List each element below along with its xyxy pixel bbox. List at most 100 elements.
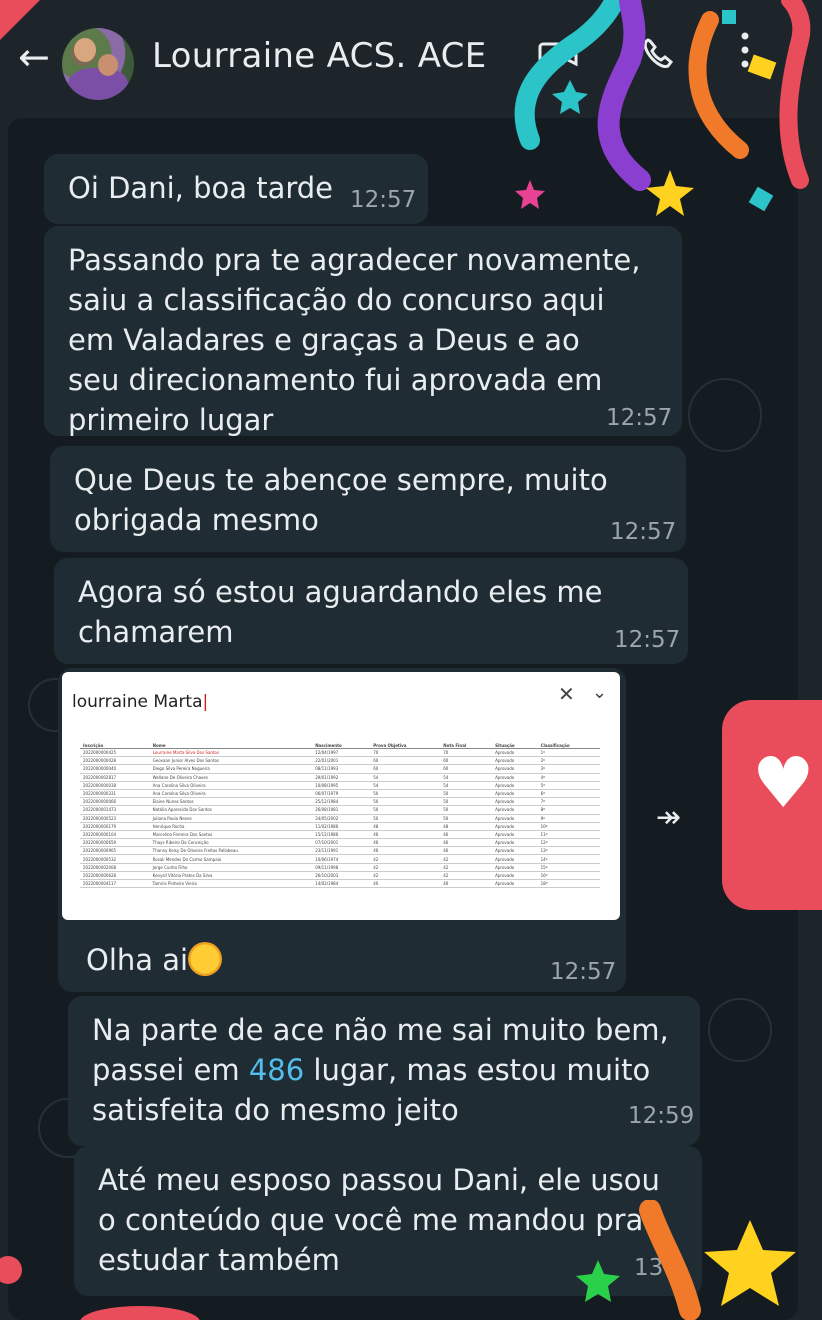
message-bubble[interactable]: Na parte de ace não me sai muito bem, pa…: [68, 996, 700, 1146]
table-cell: 09/11/1998: [312, 863, 371, 872]
message-bubble[interactable]: Oi Dani, boa tarde 12:57: [44, 154, 428, 224]
table-cell: 48: [370, 822, 441, 831]
search-field: lourraine Marta|: [72, 692, 209, 712]
table-header-cell: Situação: [492, 730, 538, 749]
table-cell: Tamiris Pinheiro Vieira: [149, 879, 313, 889]
table-cell: Elaine Nunes Santos: [149, 797, 313, 807]
confetti-decoration: [0, 1256, 200, 1320]
message-time: 12:57: [350, 187, 417, 213]
table-cell: 42: [440, 871, 493, 881]
message-bubble[interactable]: Que Deus te abençoe sempre, muito obriga…: [50, 446, 686, 552]
table-cell: 9º: [537, 814, 600, 823]
close-icon: ✕: [558, 682, 575, 706]
table-cell: 42: [370, 871, 441, 881]
table-row: 2022000000523 Juliana Paula Neves 24/05/20…: [80, 814, 600, 823]
table-row: 2022000000179 Henrique Rocha 11/02/1986 48 4…: [80, 822, 600, 831]
table-cell: Diego Silva Pereira Nogueira: [149, 764, 313, 774]
table-header-cell: Nome: [149, 730, 313, 749]
table-row: 2022000000905 Thanny Keisy De Oliveira Fr…: [80, 846, 600, 856]
avatar[interactable]: [62, 28, 134, 100]
table-cell: 29/01/1992: [312, 773, 371, 782]
table-row: 2022000000040 Diego Silva Pereira Nogueir…: [80, 764, 600, 774]
table-cell: Natália Aparecida Dos Santos: [149, 805, 313, 815]
table-cell: 46: [370, 830, 441, 840]
table-cell: 15/12/1986: [312, 830, 371, 840]
screenshot-image[interactable]: lourraine Marta| ✕ ⌄ Inscrição Nome Nascim…: [62, 672, 620, 920]
table-cell: Aprovado: [492, 838, 538, 848]
table-cell: 46: [370, 838, 441, 848]
table-cell: Aprovado: [492, 879, 538, 889]
table-cell: Aprovado: [492, 814, 538, 823]
table-cell: Geovaan Junior Alves Dos Santos: [149, 756, 313, 766]
table-cell: 10/06/1974: [312, 854, 371, 864]
table-cell: 48: [440, 822, 493, 831]
table-cell: 11º: [537, 830, 600, 840]
table-cell: 06/07/1979: [312, 789, 371, 799]
table-row: 2022000001473 Natália Aparecida Dos Santo…: [80, 805, 600, 815]
table-cell: Kenysll Vitória Prates Da Silva: [149, 871, 313, 881]
table-cell: 50: [370, 814, 441, 823]
table-cell: 46: [440, 846, 493, 856]
table-cell: Aprovado: [492, 756, 538, 766]
table-cell: 42: [370, 854, 441, 864]
table-cell: 12/04/1997: [312, 748, 371, 758]
message-bubble[interactable]: Passando pra te agradecer novamente, sai…: [44, 226, 682, 437]
table-cell: 50: [370, 797, 441, 807]
table-cell: Thays Ribeiro Da Conceição: [149, 838, 313, 848]
table-cell: 54: [440, 773, 493, 782]
table-cell: 42: [440, 863, 493, 872]
table-cell: 2º: [537, 756, 600, 766]
table-cell: 2022000000523: [80, 814, 150, 823]
wallpaper-doodle: [708, 998, 772, 1062]
message-bubble[interactable]: Agora só estou aguardando eles me chamar…: [54, 558, 688, 664]
table-cell: 50: [440, 805, 493, 815]
table-cell: 24/05/2002: [312, 814, 371, 823]
table-cell: 3º: [537, 764, 600, 774]
confetti-decoration: [0, 0, 40, 40]
table-row: 2022000004117 Tamiris Pinheiro Vieira 14/0…: [80, 879, 600, 889]
results-table: Inscrição Nome Nascimento Prova Objetiva Not…: [80, 730, 600, 889]
table-cell: 26/08/1981: [312, 805, 371, 815]
table-cell: 14/02/1984: [312, 879, 371, 889]
table-cell: 8º: [537, 805, 600, 815]
table-header-cell: Classificação: [537, 730, 600, 749]
table-cell: 2022000002817: [80, 773, 150, 782]
message-text: Oi Dani, boa tarde: [68, 171, 334, 205]
back-button[interactable]: ←: [18, 36, 60, 78]
table-cell: 40: [440, 879, 493, 889]
message-text: Na parte de ace não me sai muito bem, pa…: [92, 1013, 669, 1127]
table-cell: 50: [370, 805, 441, 815]
table-row: 2022000000066 Elaine Nunes Santos 25/12/19…: [80, 797, 600, 807]
table-cell: 13º: [537, 846, 600, 856]
table-row: 2022000000532 Rosali Mendes Do Carmo Samp…: [80, 854, 600, 864]
table-cell: 50: [440, 797, 493, 807]
table-cell: 2022000000040: [80, 764, 150, 774]
table-cell: 50: [440, 814, 493, 823]
message-text: Que Deus te abençoe sempre, muito obriga…: [74, 463, 608, 537]
table-cell: 4º: [537, 773, 600, 782]
table-cell: 7º: [537, 797, 600, 807]
table-cell: 2022000000331: [80, 789, 150, 799]
table-cell: Aprovado: [492, 830, 538, 840]
table-cell: 60: [370, 764, 441, 774]
table-row: 2022000002008 Jorge Cunha Filho 09/11/1998…: [80, 863, 600, 872]
table-cell: 46: [440, 838, 493, 848]
chevron-down-icon: ⌄: [592, 682, 608, 703]
table-cell: 2022000004117: [80, 879, 150, 889]
table-row: 2022000000628 Kenysll Vitória Prates Da S…: [80, 871, 600, 881]
message-time: 12:59: [628, 1103, 695, 1129]
message-text: Agora só estou aguardando eles me chamar…: [78, 575, 603, 649]
contact-name[interactable]: Lourraine ACS. ACE: [152, 36, 487, 76]
forward-icon[interactable]: ↠: [656, 800, 681, 835]
table-cell: 2022000000425: [80, 748, 150, 758]
table-cell: 42: [440, 854, 493, 864]
table-row: 2022000002817 Wellane De Oliveira Chaves 2…: [80, 773, 600, 782]
table-cell: 2022000000905: [80, 846, 150, 856]
table-cell: 2022000001473: [80, 805, 150, 815]
table-cell: 54: [370, 773, 441, 782]
table-cell: Aprovado: [492, 781, 538, 790]
table-header-cell: Nascimento: [312, 730, 371, 749]
table-cell: 2022000002008: [80, 863, 150, 872]
table-cell: 07/10/2001: [312, 838, 371, 848]
table-cell: 2022000000066: [80, 797, 150, 807]
